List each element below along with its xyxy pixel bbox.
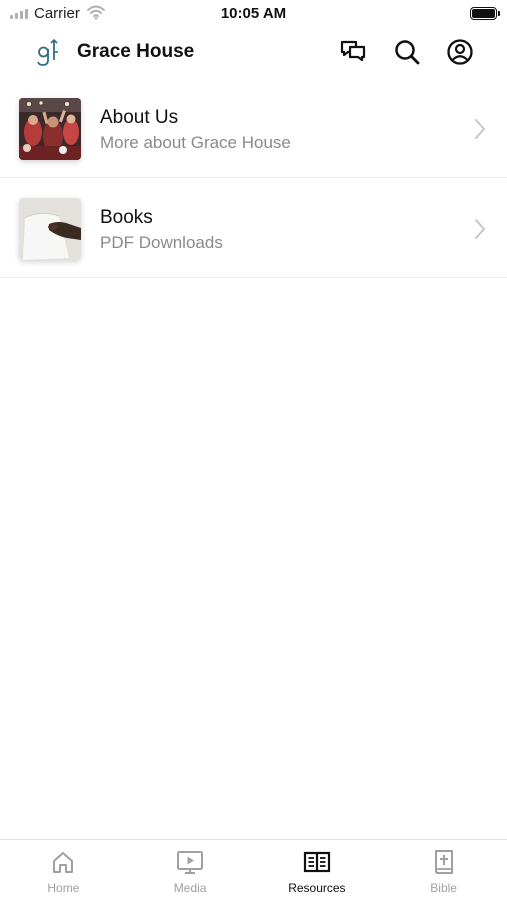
battery-icon (470, 7, 500, 20)
books-thumbnail (19, 198, 81, 260)
item-subtitle: PDF Downloads (100, 233, 223, 252)
tab-media[interactable]: Media (127, 840, 254, 900)
item-title: Books (100, 207, 153, 228)
tab-label: Resources (288, 881, 346, 895)
list-item-books[interactable]: Books PDF Downloads (0, 178, 507, 278)
tab-home[interactable]: Home (0, 840, 127, 900)
status-time: 10:05 AM (220, 5, 287, 22)
tab-label: Media (173, 881, 207, 895)
chat-bubbles-icon[interactable] (339, 38, 367, 66)
about-us-thumbnail (19, 98, 81, 160)
resource-list: About Us More about Grace House Books PD… (0, 78, 507, 278)
item-title: About Us (100, 107, 179, 128)
user-profile-icon[interactable] (446, 38, 474, 66)
search-icon[interactable] (393, 38, 421, 66)
status-bar: Carrier 10:05 AM (0, 0, 507, 28)
grace-house-logo-icon (37, 39, 58, 66)
tab-label: Home (47, 881, 80, 895)
bottom-tab-bar: Home Media Resources Bible (0, 839, 507, 900)
tab-resources[interactable]: Resources (254, 840, 381, 900)
chevron-right-icon (475, 119, 485, 139)
tab-label: Bible (430, 881, 457, 895)
app-title: Grace House (77, 41, 195, 62)
app-header: Grace House (0, 28, 507, 78)
bible-cross-icon (434, 850, 453, 874)
play-screen-icon (177, 851, 204, 874)
open-book-icon (303, 851, 330, 873)
list-item-about-us[interactable]: About Us More about Grace House (0, 78, 507, 178)
item-subtitle: More about Grace House (100, 133, 291, 152)
home-icon (53, 852, 74, 873)
chevron-right-icon (475, 219, 485, 239)
tab-bible[interactable]: Bible (380, 840, 507, 900)
